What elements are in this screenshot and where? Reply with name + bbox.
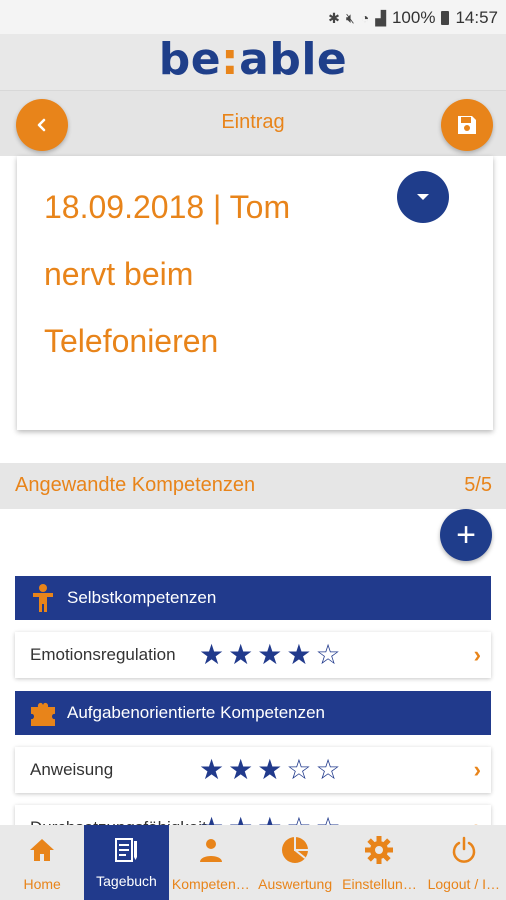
save-icon (458, 116, 476, 134)
nav-label: Auswertung (258, 876, 333, 892)
battery-icon (441, 11, 450, 25)
expand-button[interactable] (397, 171, 449, 223)
nav-label: Home (23, 876, 61, 892)
logo-bar: be:able (0, 34, 506, 90)
nav-label: Logout / I… (427, 876, 500, 892)
star-filled-icon: ★ (286, 639, 312, 670)
competence-row[interactable]: Emotionsregulation ★ ★ ★ ★ ☆ › (15, 632, 491, 678)
entry-line: Telefonieren (44, 323, 219, 359)
nav-label: Einstellun… (342, 876, 417, 892)
entry-card: 18.09.2018 | Tom nervt beim Telefonieren (17, 156, 493, 430)
rating-stars: ★ ★ ★ ★ ☆ (199, 640, 341, 670)
category-header: Selbstkompetenzen (15, 576, 491, 620)
chevron-right-icon: › (473, 642, 481, 667)
star-empty-icon: ☆ (315, 754, 341, 785)
star-filled-icon: ★ (228, 639, 254, 670)
mute-icon: 🔇︎ (345, 9, 355, 26)
signal-icon: ▟ (375, 9, 386, 26)
section-title: Angewandte Kompetenzen (15, 474, 256, 496)
star-empty-icon: ☆ (286, 754, 312, 785)
section-count: 5/5 (464, 474, 492, 496)
plus-icon: + (456, 516, 476, 554)
page-header: Eintrag (0, 90, 506, 156)
nav-label: Kompeten… (171, 876, 250, 892)
bluetooth-icon: ✱ (328, 9, 340, 26)
star-empty-icon: ☆ (315, 639, 341, 670)
diary-icon (115, 838, 138, 862)
competence-row[interactable]: Anweisung ★ ★ ★ ☆ ☆ › (15, 747, 491, 793)
bottom-navigation: Home Tagebuch Kompeten… Auswertung Einst… (0, 825, 506, 900)
competence-label: Anweisung (30, 760, 114, 779)
save-button[interactable] (441, 99, 493, 151)
wifi-icon: ◔ (360, 10, 370, 26)
category-header: Aufgabenorientierte Kompetenzen (15, 691, 491, 735)
star-filled-icon: ★ (257, 754, 283, 785)
star-filled-icon: ★ (199, 754, 225, 785)
nav-competences[interactable]: Kompeten… (169, 825, 253, 900)
star-filled-icon: ★ (228, 754, 254, 785)
caret-down-icon (417, 194, 429, 200)
nav-home[interactable]: Home (0, 825, 84, 900)
star-filled-icon: ★ (199, 639, 225, 670)
competence-label: Emotionsregulation (30, 645, 176, 664)
rating-stars: ★★★☆☆ (199, 755, 341, 785)
clock: 14:57 (455, 8, 498, 27)
gear-icon (365, 836, 394, 864)
category-label: Selbstkompetenzen (67, 588, 217, 607)
pie-chart-icon (282, 837, 309, 863)
person-icon (33, 584, 53, 612)
battery-percent: 100% (391, 8, 436, 27)
nav-label: Tagebuch (96, 873, 157, 889)
power-icon (452, 836, 476, 863)
puzzle-icon (31, 702, 55, 726)
nav-diary[interactable]: Tagebuch (84, 825, 169, 900)
star-filled-icon: ★ (257, 639, 283, 670)
chevron-right-icon: › (473, 757, 481, 782)
add-competence-button[interactable]: + (440, 509, 492, 561)
home-icon (30, 839, 55, 861)
status-bar: ✱ 🔇︎ ◔ ▟ 100% 14:57 (0, 0, 506, 34)
entry-line: nervt beim (44, 256, 194, 292)
section-header: Angewandte Kompetenzen 5/5 (0, 463, 506, 509)
nav-evaluation[interactable]: Auswertung (253, 825, 337, 900)
person-icon (199, 839, 222, 862)
nav-settings[interactable]: Einstellun… (337, 825, 421, 900)
category-label: Aufgabenorientierte Kompetenzen (67, 703, 326, 722)
entry-line: 18.09.2018 | Tom (44, 189, 291, 225)
entry-text: 18.09.2018 | Tom nervt beim Telefonieren (44, 174, 404, 375)
app-logo: be:able (158, 34, 348, 85)
nav-logout[interactable]: Logout / I… (422, 825, 506, 900)
page-title: Eintrag (221, 111, 285, 133)
